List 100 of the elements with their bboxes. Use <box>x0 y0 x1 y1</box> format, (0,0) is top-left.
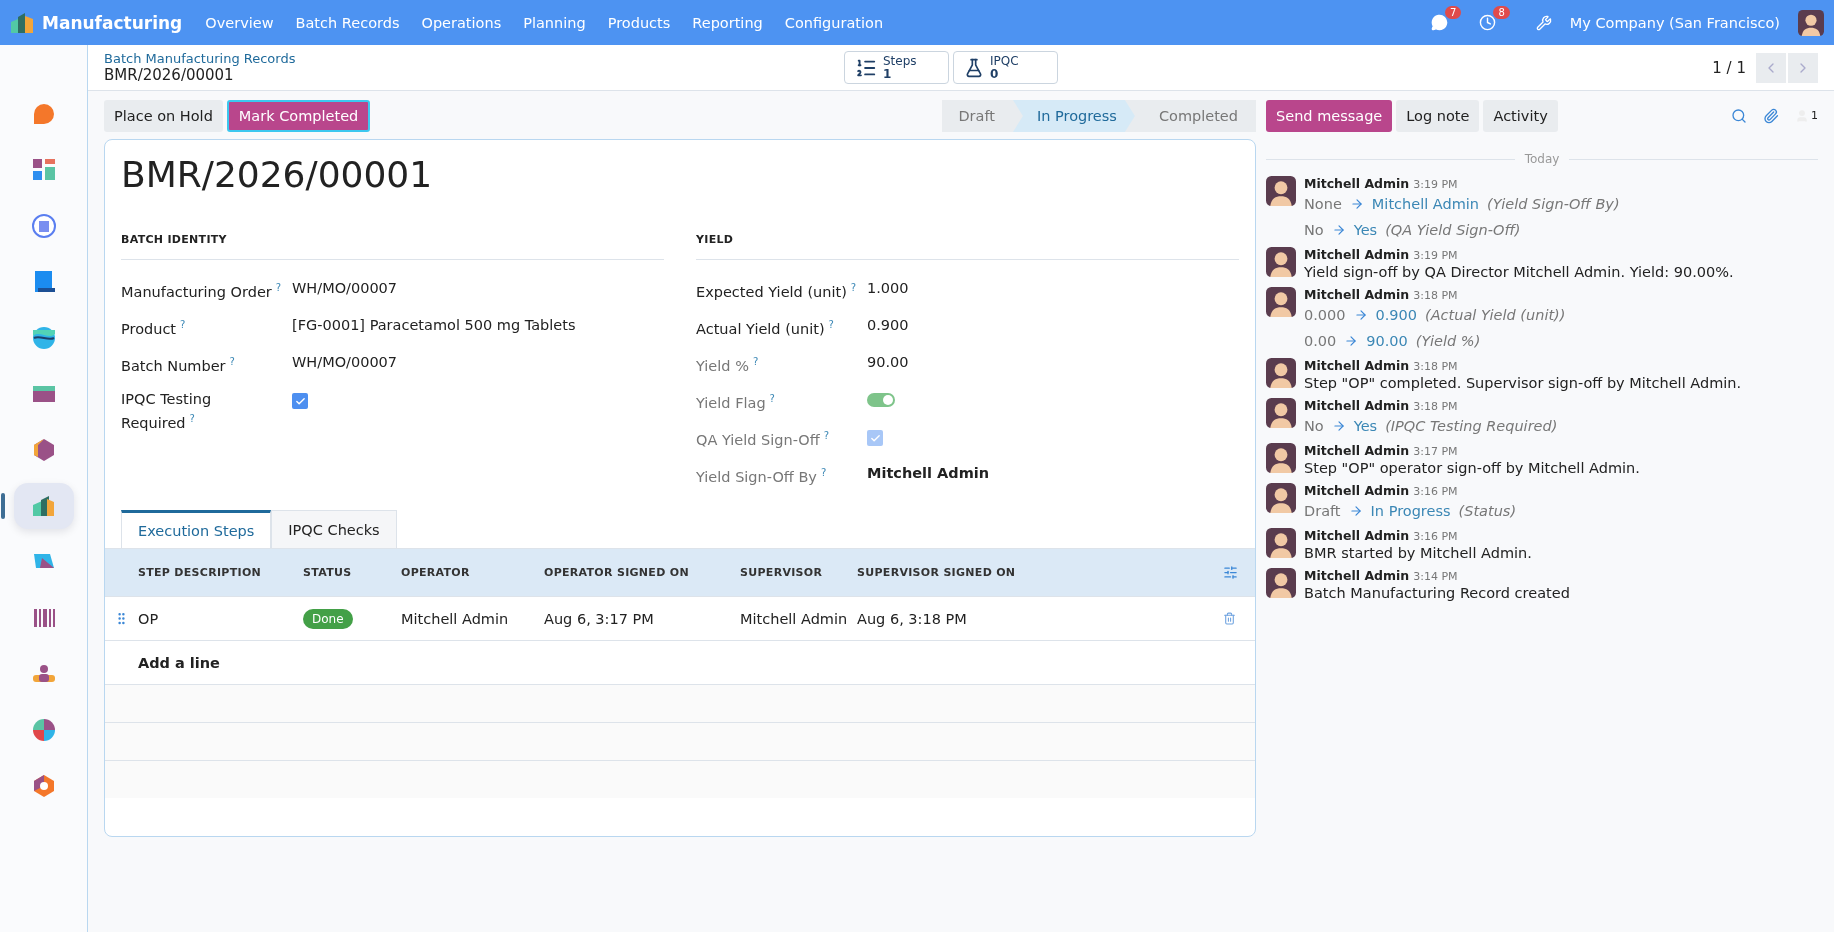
arrow-icon <box>1349 197 1364 211</box>
record-name: BMR/2026/00001 <box>104 66 235 84</box>
field-value: WH/MO/00007 <box>292 353 398 372</box>
avatar <box>1266 247 1296 277</box>
table-cell-text: Aug 6, 3:18 PM <box>857 610 968 627</box>
chatter-button[interactable]: Log note <box>1396 100 1480 132</box>
avatar <box>1266 176 1296 206</box>
column-header: STATUS <box>303 566 353 579</box>
menu-item[interactable]: Configuration <box>784 14 884 31</box>
field-value: 1.000 <box>867 279 909 298</box>
arrow-icon <box>1344 334 1359 348</box>
menu-item[interactable]: Batch Records <box>295 14 400 31</box>
new-value: Mitchell Admin <box>1371 195 1480 214</box>
field-value: WH/MO/00007 <box>292 279 398 298</box>
message-text: BMR started by Mitchell Admin. <box>1304 544 1532 563</box>
field-value: 0.900 <box>867 316 909 335</box>
new-value: Yes <box>1353 417 1378 436</box>
field-label: Manufacturing Order $^{?}$ <box>121 281 283 302</box>
date-separator: Today <box>1524 152 1560 166</box>
search-icon[interactable] <box>1731 108 1747 124</box>
message-time: 3:18 PM <box>1413 400 1458 413</box>
message-time: 3:16 PM <box>1413 530 1458 543</box>
avatar <box>1266 443 1296 473</box>
message-time: 3:19 PM <box>1413 178 1458 191</box>
menu-item[interactable]: Operations <box>421 14 502 31</box>
pager-value: 1 / 1 <box>1712 58 1746 77</box>
field-label: Product $^{?}$ <box>121 318 187 339</box>
message-time: 3:16 PM <box>1413 485 1458 498</box>
company-switcher[interactable]: My Company (San Francisco) <box>1569 14 1780 31</box>
checkbox[interactable] <box>292 393 308 409</box>
messages-icon[interactable] <box>1431 14 1449 31</box>
status-stage[interactable]: In Progress <box>1012 100 1135 132</box>
status-badge: Done <box>303 608 353 629</box>
field-label: QA Yield Sign-Off $^{?}$ <box>696 429 831 450</box>
tab[interactable]: IPQC Checks <box>271 510 397 548</box>
smart-button[interactable]: IPQC 0 <box>953 51 1058 84</box>
message-author: Mitchell Admin <box>1304 568 1410 583</box>
field-name: (Yield %) <box>1415 332 1481 351</box>
smart-button[interactable]: Steps 1 <box>844 51 949 84</box>
column-header: OPERATOR <box>401 566 471 579</box>
old-value: 0.000 <box>1304 306 1346 325</box>
message-time: 3:17 PM <box>1413 445 1458 458</box>
avatar <box>1798 9 1824 36</box>
app-logo-icon[interactable] <box>10 12 34 33</box>
field-value: 90.00 <box>867 353 909 372</box>
avatar <box>1266 398 1296 428</box>
count-badge: 8 <box>1493 6 1510 19</box>
field-label: Expected Yield (unit) $^{?}$ <box>696 281 858 302</box>
old-value: Draft <box>1304 502 1341 521</box>
menu-item[interactable]: Products <box>607 14 671 31</box>
avatar <box>1266 528 1296 558</box>
message-author: Mitchell Admin <box>1304 483 1410 498</box>
new-value: Yes <box>1353 221 1378 240</box>
message-author: Mitchell Admin <box>1304 176 1410 191</box>
table-cell-text: Aug 6, 3:17 PM <box>544 610 655 627</box>
avatar <box>1266 287 1296 317</box>
message-author: Mitchell Admin <box>1304 358 1410 373</box>
menu-item[interactable]: Overview <box>205 14 274 31</box>
field-label: IPQC Testing Required $^{?}$ <box>121 390 213 433</box>
avatar <box>1266 483 1296 513</box>
paperclip-icon[interactable] <box>1763 108 1779 124</box>
chatter-button[interactable]: Send message <box>1266 100 1393 132</box>
menu-item[interactable]: Planning <box>523 14 586 31</box>
message-time: 3:19 PM <box>1413 249 1458 262</box>
message-text: Batch Manufacturing Record created <box>1304 584 1570 603</box>
avatar <box>1266 568 1296 598</box>
field-name: (Status) <box>1458 502 1517 521</box>
field-name: (QA Yield Sign-Off) <box>1385 221 1521 240</box>
message-time: 3:18 PM <box>1413 360 1458 373</box>
table-cell-text: Mitchell Admin <box>740 610 849 627</box>
tab[interactable]: Execution Steps <box>121 510 272 548</box>
new-value: In Progress <box>1370 502 1451 521</box>
primary-button[interactable]: Mark Completed <box>226 100 371 132</box>
message-text: Step "OP" operator sign-off by Mitchell Admin. <box>1304 459 1640 478</box>
column-header: SUPERVISOR SIGNED ON <box>857 566 1017 579</box>
message-author: Mitchell Admin <box>1304 287 1410 302</box>
add-line-link[interactable]: Add a line <box>138 654 303 671</box>
column-header: STEP DESCRIPTION <box>138 566 263 579</box>
flask-icon <box>964 57 984 78</box>
arrow-icon <box>1353 308 1368 322</box>
field-value: Mitchell Admin <box>867 464 990 483</box>
field-label: Batch Number $^{?}$ <box>121 355 236 376</box>
follower-count: 1 <box>1811 109 1818 122</box>
chatter-button[interactable]: Activity <box>1483 100 1558 132</box>
field-label: Actual Yield (unit) $^{?}$ <box>696 318 835 339</box>
field-name: (IPQC Testing Required) <box>1385 417 1558 436</box>
new-value: 90.00 <box>1366 332 1408 351</box>
table-cell-text: OP <box>138 610 160 627</box>
field-name: (Actual Yield (unit)) <box>1425 306 1566 325</box>
count-badge: 7 <box>1445 6 1462 19</box>
old-value: None <box>1304 195 1342 214</box>
app-name: Manufacturing <box>42 12 183 33</box>
breadcrumb-link[interactable]: Batch Manufacturing Records <box>104 51 844 66</box>
message-text: Step "OP" completed. Supervisor sign-off by Mitchell Admin. <box>1304 374 1742 393</box>
clock-icon[interactable] <box>1479 14 1497 31</box>
action-button[interactable]: Place on Hold <box>104 100 223 132</box>
message-author: Mitchell Admin <box>1304 398 1410 413</box>
wrench-icon[interactable] <box>1535 14 1552 31</box>
section-heading: YIELD <box>696 233 1239 260</box>
menu-item[interactable]: Reporting <box>692 14 763 31</box>
